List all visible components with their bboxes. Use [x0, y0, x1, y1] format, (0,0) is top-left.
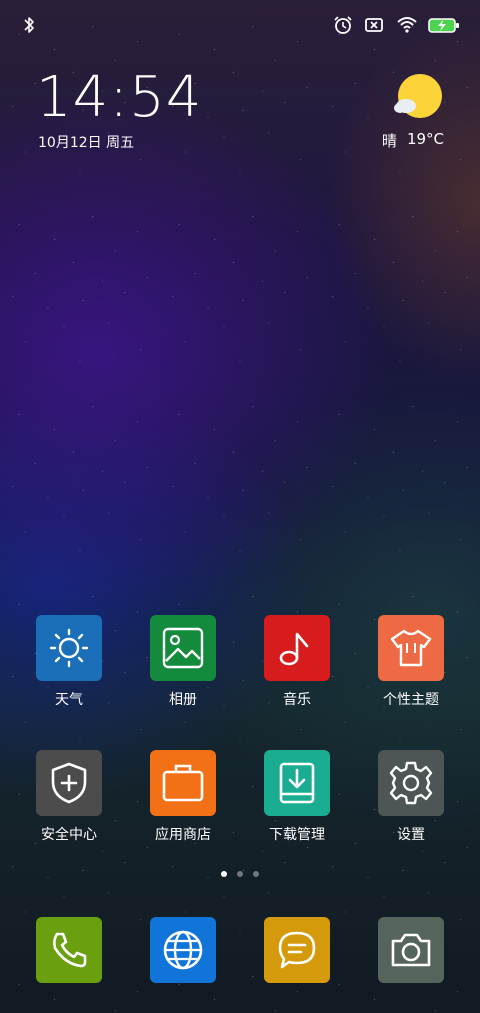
app-music[interactable]: 音乐 — [247, 615, 347, 709]
globe-icon[interactable] — [150, 917, 216, 983]
app-label: 应用商店 — [155, 827, 211, 843]
app-label: 相册 — [169, 692, 197, 708]
no-sim-icon — [364, 14, 386, 36]
app-settings[interactable]: 设置 — [361, 750, 461, 844]
clock-weather-widget[interactable]: 14:54 10月12日 周五 晴 19°C — [36, 66, 456, 162]
dock-browser[interactable] — [133, 917, 233, 983]
bag-icon[interactable] — [150, 750, 216, 816]
app-themes[interactable]: 个性主题 — [361, 615, 461, 709]
app-gallery[interactable]: 相册 — [133, 615, 233, 709]
dock-messages[interactable] — [247, 917, 347, 983]
app-label: 个性主题 — [383, 692, 439, 708]
weather-summary: 晴 19°C — [382, 130, 444, 151]
dock-camera[interactable] — [361, 917, 461, 983]
battery-charging-icon — [428, 14, 460, 36]
sun-icon[interactable] — [36, 615, 102, 681]
status-bar — [0, 0, 480, 50]
wifi-icon — [396, 14, 418, 36]
sunny-partly-cloudy-icon[interactable] — [392, 72, 444, 124]
dock-phone[interactable] — [19, 917, 119, 983]
app-app-store[interactable]: 应用商店 — [133, 750, 233, 844]
app-label: 安全中心 — [41, 827, 97, 843]
page-indicator — [0, 871, 480, 877]
app-label: 天气 — [55, 692, 83, 708]
phone-icon[interactable] — [36, 917, 102, 983]
app-downloads[interactable]: 下载管理 — [247, 750, 347, 844]
clock-date: 10月12日 周五 — [38, 135, 135, 151]
weather-condition: 晴 — [381, 132, 397, 150]
app-label: 下载管理 — [269, 827, 325, 843]
camera-icon[interactable] — [378, 917, 444, 983]
clock-time[interactable]: 14:54 — [36, 66, 202, 130]
page-dot-3[interactable] — [253, 871, 259, 877]
page-dot-1[interactable] — [221, 871, 227, 877]
message-icon[interactable] — [264, 917, 330, 983]
app-label: 设置 — [397, 827, 425, 843]
app-weather[interactable]: 天气 — [19, 615, 119, 709]
download-icon[interactable] — [264, 750, 330, 816]
gallery-icon[interactable] — [150, 615, 216, 681]
alarm-icon — [332, 14, 354, 36]
shirt-icon[interactable] — [378, 615, 444, 681]
shield-plus-icon[interactable] — [36, 750, 102, 816]
gear-icon[interactable] — [378, 750, 444, 816]
bluetooth-icon — [22, 14, 44, 36]
app-label: 音乐 — [283, 692, 311, 708]
weather-temperature: 19°C — [406, 130, 444, 148]
page-dot-2[interactable] — [237, 871, 243, 877]
app-security-center[interactable]: 安全中心 — [19, 750, 119, 844]
music-note-icon[interactable] — [264, 615, 330, 681]
